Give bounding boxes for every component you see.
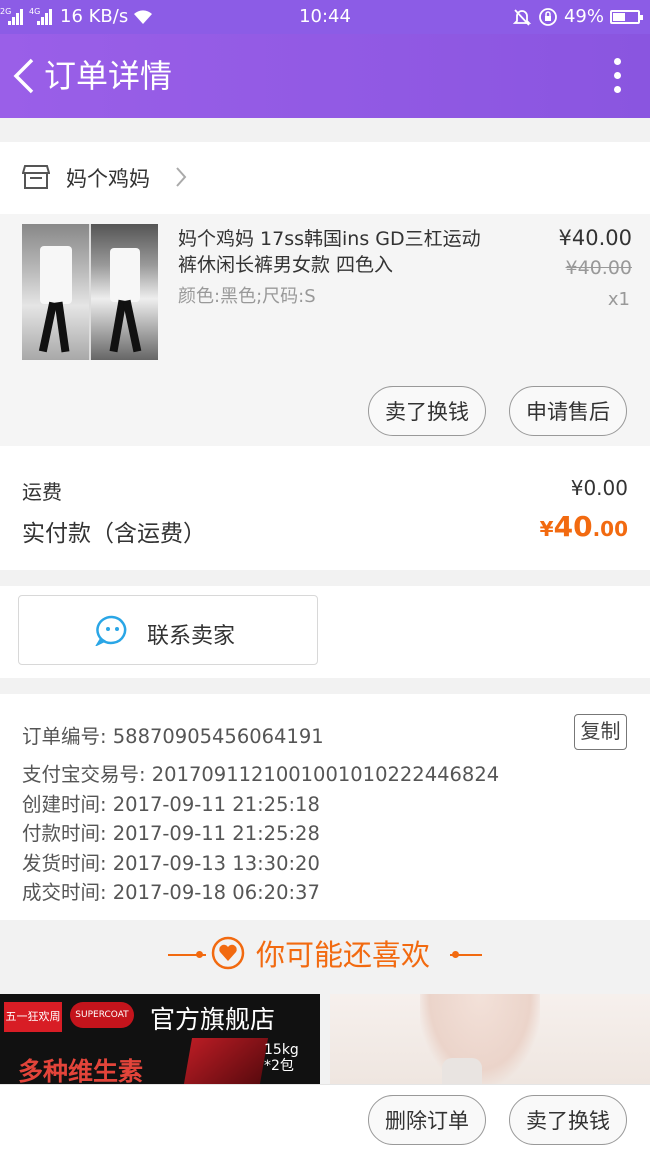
rotation-lock-icon (539, 7, 557, 26)
product-item[interactable]: 妈个鸡妈 17ss韩国ins GD三杠运动裤休闲长裤男女款 四色入 颜色:黑色;… (0, 214, 650, 446)
title-bar: 订单详情 (0, 34, 650, 118)
more-menu-icon[interactable] (612, 58, 622, 94)
contact-section: 联系卖家 (0, 586, 650, 678)
recommend-title: 你可能还喜欢 (256, 938, 431, 972)
recommend-header: 你可能还喜欢 (0, 920, 650, 990)
product-price: ¥40.00 (558, 226, 632, 250)
recommended-product-2[interactable] (330, 994, 650, 1084)
paid-currency: ¥ (539, 517, 554, 541)
battery-percent: 49% (563, 6, 604, 27)
completed-time: 成交时间: 2017-09-18 06:20:37 (22, 881, 320, 904)
page-title: 订单详情 (44, 57, 173, 95)
product-original-price: ¥40.00 (565, 257, 632, 279)
battery-icon (610, 9, 643, 24)
ad-weight: 15kg *2包 (264, 1042, 299, 1074)
chat-bubble-icon (95, 615, 127, 646)
alipay-trade-number: 支付宝交易号: 2017091121001001010222446824 (22, 763, 500, 786)
heart-icon (211, 936, 245, 970)
sell-for-cash-button[interactable]: 卖了换钱 (368, 386, 486, 436)
bottom-action-bar: 删除订单 卖了换钱 (0, 1084, 650, 1156)
store-icon (22, 165, 50, 189)
paid-decimal: .00 (592, 517, 628, 541)
shop-name: 妈个鸡妈 (66, 167, 150, 191)
delete-order-button[interactable]: 删除订单 (368, 1095, 486, 1145)
divider-dot-left (196, 951, 203, 958)
promo-badge: 五一狂欢周 (4, 1002, 62, 1032)
back-arrow-icon[interactable] (8, 54, 40, 98)
sell-for-cash-bottom-button[interactable]: 卖了换钱 (509, 1095, 627, 1145)
product-attributes: 颜色:黑色;尺码:S (178, 286, 316, 307)
brand-logo: SUPERCOAT (70, 1002, 134, 1028)
status-bar: 2G 4G 16 KB/s 10:44 49% (0, 0, 650, 34)
paid-time: 付款时间: 2017-09-11 21:25:28 (22, 822, 320, 845)
shipping-label: 运费 (22, 480, 62, 504)
shop-row[interactable]: 妈个鸡妈 (0, 142, 650, 214)
mute-bell-icon (512, 8, 532, 26)
paid-integer: 40 (553, 510, 593, 543)
recommended-product-1[interactable]: 五一狂欢周 SUPERCOAT 官方旗舰店 多种维生素 15kg *2包 (0, 994, 320, 1084)
order-number: 订单编号: 588709054560641​91 (22, 725, 324, 748)
paid-amount: ¥40.00 (540, 510, 628, 543)
product-quantity: x1 (607, 289, 630, 310)
contact-seller-button[interactable]: 联系卖家 (18, 595, 318, 665)
divider-right (450, 954, 482, 956)
chevron-right-icon (176, 167, 187, 187)
ad-tagline: 多种维生素 (18, 1057, 144, 1084)
product-bag-image (183, 1038, 269, 1084)
store-label: 官方旗舰店 (150, 1005, 276, 1034)
shoe-image (442, 1058, 482, 1084)
contact-seller-label: 联系卖家 (147, 624, 236, 649)
product-thumbnail[interactable] (22, 224, 158, 360)
shipping-value: ¥0.00 (570, 476, 628, 500)
copy-button[interactable]: 复制 (574, 714, 627, 750)
order-info: 订单编号: 588709054560641​91 复制 支付宝交易号: 2017… (0, 694, 650, 920)
created-time: 创建时间: 2017-09-11 21:25:18 (22, 793, 320, 816)
after-sales-button[interactable]: 申请售后 (509, 386, 627, 436)
paid-label: 实付款（含运费） (22, 521, 206, 547)
product-title: 妈个鸡妈 17ss韩国ins GD三杠运动裤休闲长裤男女款 四色入 (178, 228, 481, 276)
status-right: 49% (512, 6, 643, 27)
shipped-time: 发货时间: 2017-09-13 13:30:20 (22, 852, 320, 875)
order-totals: 运费 ¥0.00 实付款（含运费） ¥40.00 (0, 446, 650, 570)
